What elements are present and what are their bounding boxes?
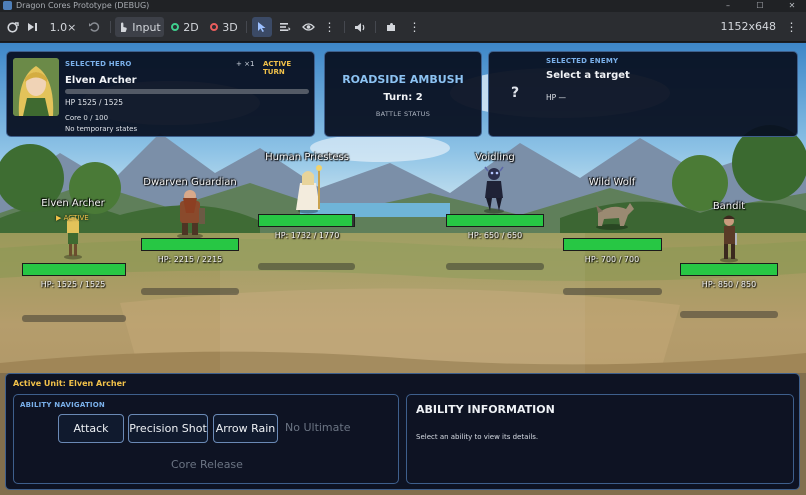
wild-wolf-sprite[interactable]: [596, 203, 634, 230]
voidling-sprite[interactable]: [484, 166, 504, 214]
hp-bar-fill: [681, 264, 777, 275]
toolbar-separator: [246, 21, 247, 33]
core-release-button[interactable]: Core Release: [171, 458, 243, 471]
hp-bar-fill: [564, 239, 661, 250]
unit-name: Wild Wolf: [588, 177, 636, 188]
ability-information-title: ABILITY INFORMATION: [416, 403, 555, 416]
cursor-arrow-icon: [258, 22, 266, 32]
elven-archer-sprite[interactable]: [64, 217, 82, 260]
visibility-button[interactable]: [299, 17, 317, 37]
game-window: Dragon Cores Prototype (DEBUG) – ☐ ✕ 1.0…: [0, 0, 806, 495]
debug-toolbar: 1.0× Input 2D 3D ⋮ ⋮ 1152x648 ⋮: [0, 12, 806, 42]
window-options-menu[interactable]: ⋮: [784, 17, 798, 37]
step-frame-button[interactable]: [24, 17, 40, 37]
ability-information-panel: ABILITY INFORMATION Select an ability to…: [406, 394, 794, 484]
unit-sprites: [64, 165, 738, 263]
step-frame-icon: [28, 23, 37, 31]
time-scale-button[interactable]: 1.0×: [48, 17, 78, 37]
attack-button[interactable]: Attack: [58, 414, 124, 443]
camera-link-button[interactable]: [3, 17, 21, 37]
ability-information-hint: Select an ability to view its details.: [416, 433, 539, 441]
minimize-button[interactable]: –: [720, 0, 736, 11]
unit-status-bar: [141, 288, 239, 295]
speaker-icon: [354, 22, 364, 32]
circle-2d-icon: [171, 23, 180, 31]
hp-bar-fill: [23, 264, 125, 275]
unit-status-bar: [563, 288, 662, 295]
unit-name: Voidling: [475, 152, 515, 163]
unit-hp-bar: [22, 263, 126, 276]
app-icon: [3, 1, 12, 10]
hp-bar-fill: [447, 215, 543, 226]
camera-link-icon: [6, 21, 19, 33]
unit-name: Dwarven Guardian: [143, 177, 237, 188]
precision-shot-button[interactable]: Precision Shot: [128, 414, 208, 443]
circle-3d-icon: [210, 23, 219, 31]
unit-hp-bar: [258, 214, 355, 227]
game-options-menu[interactable]: ⋮: [407, 17, 421, 37]
title-bar: Dragon Cores Prototype (DEBUG) – ☐ ✕: [0, 0, 806, 12]
unit-status-bar: [680, 311, 778, 318]
unit-status-bar: [446, 263, 544, 270]
unit-name: Bandit: [712, 201, 746, 212]
audio-button[interactable]: [351, 17, 369, 37]
unit-hp-text: HP: 1732 / 1770: [274, 231, 340, 240]
time-scale-value: 1.0×: [49, 20, 77, 34]
mode-2d-label: 2D: [183, 20, 199, 34]
unit-hp-text: HP: 1525 / 1525: [40, 280, 106, 289]
unit-hp-bar: [563, 238, 662, 251]
mode-3d-button[interactable]: 3D: [209, 17, 239, 37]
more-vertical-icon: ⋮: [323, 20, 336, 34]
unit-hp-text: HP: 2215 / 2215: [157, 255, 223, 264]
eye-icon: [301, 23, 315, 31]
unit-status-bar: [258, 263, 355, 270]
more-vertical-icon: ⋮: [785, 20, 798, 34]
mode-3d-label: 3D: [222, 20, 238, 34]
input-label: Input: [132, 20, 161, 34]
toolbar-separator: [375, 21, 376, 33]
ability-navigation-panel: ABILITY NAVIGATION Attack Precision Shot…: [13, 394, 399, 484]
unit-hp-text: HP: 650 / 650: [467, 231, 523, 240]
hp-bar-fill: [259, 215, 352, 226]
unit-hp-bar: [141, 238, 239, 251]
remote-debug-button[interactable]: [382, 17, 400, 37]
unit-name: Human Priestess: [265, 152, 349, 163]
mode-2d-button[interactable]: 2D: [170, 17, 200, 37]
input-toggle-button[interactable]: Input: [115, 17, 164, 37]
arrow-rain-button[interactable]: Arrow Rain: [213, 414, 278, 443]
view-options-menu[interactable]: ⋮: [322, 17, 336, 37]
select-tool-button[interactable]: [252, 17, 272, 37]
no-ultimate-label: No Ultimate: [285, 421, 351, 434]
maximize-button[interactable]: ☐: [752, 0, 768, 11]
unit-status-bar: [22, 315, 126, 322]
close-button[interactable]: ✕: [784, 0, 800, 11]
reset-icon: [89, 22, 100, 32]
dwarven-guardian-sprite[interactable]: [177, 190, 205, 239]
reset-speed-button[interactable]: [86, 17, 102, 37]
command-panel: Active Unit: Elven Archer ABILITY NAVIGA…: [5, 373, 800, 490]
list-icon: [280, 23, 291, 31]
resolution-display: 1152x648: [720, 20, 777, 33]
game-viewport[interactable]: SELECTED HERO + ×1 ACTIVE TURN Elven Arc…: [0, 43, 806, 495]
list-tool-button[interactable]: [276, 17, 294, 37]
bandit-sprite[interactable]: [720, 215, 738, 263]
more-vertical-icon: ⋮: [408, 20, 421, 34]
active-unit-marker: ▶ ACTIVE: [56, 214, 89, 222]
hand-pointer-icon: [121, 22, 127, 32]
window-title: Dragon Cores Prototype (DEBUG): [16, 1, 150, 10]
puzzle-icon: [387, 23, 395, 31]
unit-hp-text: HP: 700 / 700: [584, 255, 640, 264]
hp-bar-fill: [142, 239, 238, 250]
unit-hp-bar: [680, 263, 778, 276]
active-unit-label: Active Unit: Elven Archer: [13, 379, 126, 388]
toolbar-separator: [110, 21, 111, 33]
unit-hp-bar: [446, 214, 544, 227]
toolbar-separator: [344, 21, 345, 33]
unit-name: Elven Archer: [41, 198, 105, 209]
ability-navigation-caption: ABILITY NAVIGATION: [20, 401, 105, 409]
unit-hp-text: HP: 850 / 850: [701, 280, 757, 289]
human-priestess-sprite[interactable]: [296, 165, 322, 214]
